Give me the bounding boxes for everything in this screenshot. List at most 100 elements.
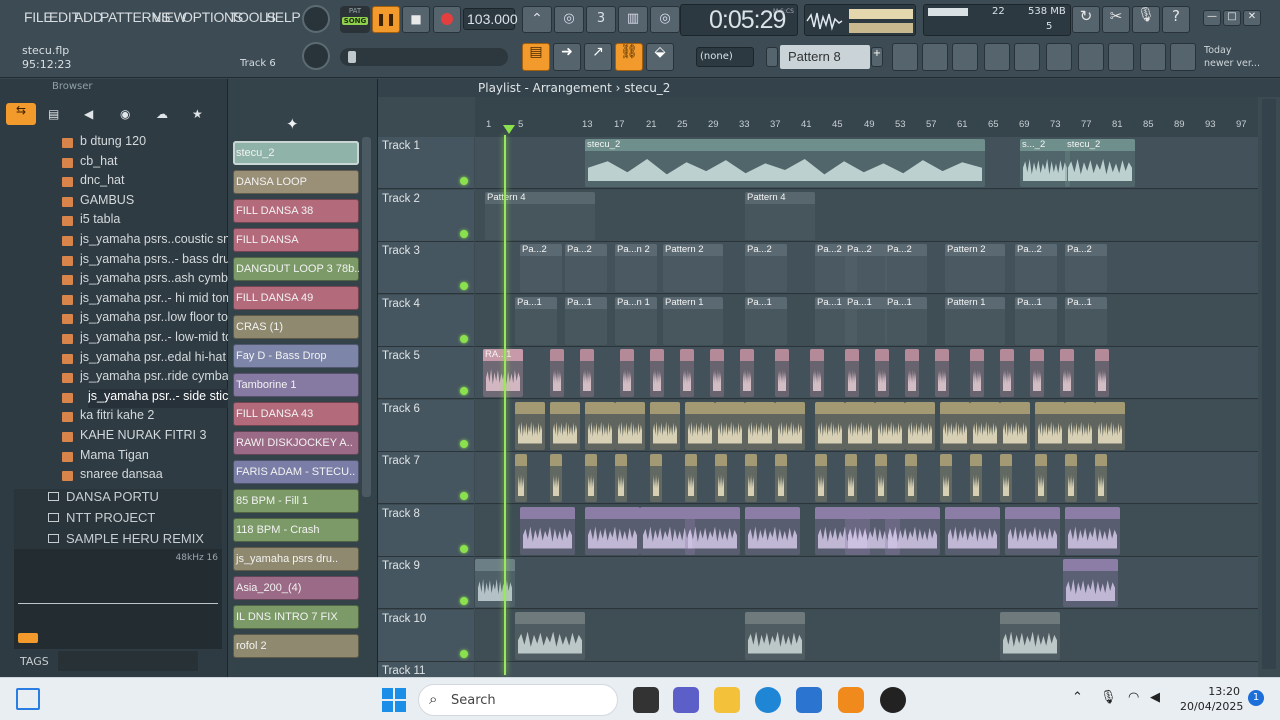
playlist-clip[interactable] [875, 349, 889, 397]
playlist-clip[interactable] [620, 349, 634, 397]
playlist-clip[interactable] [845, 454, 857, 502]
playlist-clip[interactable] [1095, 454, 1107, 502]
minimize-icon[interactable]: — [1203, 10, 1221, 26]
playlist-clip[interactable] [1065, 506, 1120, 555]
playlist-clip[interactable]: Pa...2 [565, 244, 607, 292]
browser-cloud-icon[interactable]: ☁ [156, 107, 168, 121]
playlist-clip[interactable] [580, 349, 594, 397]
playlist-clip[interactable]: Pa...2 [1065, 244, 1107, 292]
view-browser-icon[interactable] [1014, 43, 1040, 71]
view-playlist-icon[interactable] [892, 43, 918, 71]
playlist-clip[interactable]: RA...1 [483, 349, 523, 397]
share-icon[interactable] [1140, 43, 1166, 71]
playlist-clip[interactable] [845, 401, 875, 450]
browser-item[interactable]: snaree dansaa [80, 467, 245, 486]
browser-item[interactable]: js_yamaha psr..- side stick [88, 388, 228, 408]
playlist-clip[interactable] [775, 454, 787, 502]
playlist-clip[interactable] [940, 401, 970, 450]
playlist-clip[interactable] [775, 349, 789, 397]
master-volume-knob[interactable] [302, 5, 330, 33]
playlist-clip[interactable] [650, 454, 662, 502]
playlist-clip[interactable]: Pa...2 [885, 244, 927, 292]
countdown-icon[interactable]: 3 [586, 6, 616, 33]
pause-button[interactable]: ❚❚ [372, 6, 400, 33]
channel-button[interactable]: FILL DANSA [233, 228, 359, 252]
playlist-clip[interactable] [685, 454, 697, 502]
playlist-clip[interactable] [810, 349, 824, 397]
teams-icon[interactable] [673, 687, 699, 713]
playlist-clip[interactable] [680, 349, 694, 397]
playlist-clip[interactable] [935, 349, 949, 397]
channel-button[interactable]: CRAS (1) [233, 315, 359, 339]
channel-button[interactable]: DANSA LOOP [233, 170, 359, 194]
track-enable-led[interactable] [460, 439, 468, 448]
track-lane[interactable] [475, 557, 1258, 609]
browser-item[interactable]: js_yamaha psrs..coustic snare [80, 232, 245, 251]
browser-item[interactable]: KAHE NURAK FITRI 3 [80, 428, 245, 447]
pattern-prev[interactable] [766, 47, 778, 67]
link-icon[interactable]: ⛓ [615, 43, 643, 71]
channel-button[interactable]: DANGDUT LOOP 3 78b.. [233, 257, 359, 281]
clock[interactable]: 13:20 20/04/2025 [1180, 684, 1243, 714]
playlist-clip[interactable] [940, 454, 952, 502]
tempo-display[interactable]: 103.000 [463, 8, 518, 30]
track-enable-led[interactable] [460, 334, 468, 343]
playlist-clip[interactable] [905, 349, 919, 397]
channel-button[interactable]: IL DNS INTRO 7 FIX [233, 605, 359, 629]
playlist-clip[interactable] [1000, 349, 1014, 397]
browser-item[interactable]: Mama Tigan [80, 448, 245, 467]
playlist-clip[interactable]: Pa...n 2 [615, 244, 657, 292]
record-button[interactable] [433, 6, 461, 33]
playlist-view-icon[interactable]: ▤ [522, 43, 550, 71]
playlist-clip[interactable] [1060, 349, 1074, 397]
playlist-clip[interactable] [1000, 454, 1012, 502]
wifi-icon[interactable]: ◠ [1128, 690, 1139, 705]
view-mixer-icon[interactable] [984, 43, 1010, 71]
playlist-clip[interactable]: stecu_2 [1065, 139, 1135, 187]
playlist-clip[interactable] [685, 401, 715, 450]
playlist-clip[interactable]: Pa...2 [520, 244, 562, 292]
pattern-selector[interactable]: Pattern 8 [780, 45, 870, 69]
playlist-clip[interactable] [550, 454, 562, 502]
track-enable-led[interactable] [460, 387, 468, 395]
add-pattern-button[interactable]: + [871, 47, 883, 67]
playlist-clip[interactable] [970, 349, 984, 397]
playlist-clip[interactable] [1030, 349, 1044, 397]
tags-input[interactable] [58, 651, 198, 671]
channel-button[interactable]: FILL DANSA 38 [233, 199, 359, 223]
playlist-clip[interactable]: Pattern 4 [745, 191, 815, 240]
playlist-clip[interactable] [970, 454, 982, 502]
playlist-clip[interactable] [715, 401, 745, 450]
playlist-clip[interactable] [715, 454, 727, 502]
playlist-clip[interactable] [845, 349, 859, 397]
browser-folder[interactable]: DANSA PORTU [66, 489, 159, 504]
browser-star-icon[interactable]: ★ [192, 107, 203, 121]
cut-icon[interactable]: ✂ [1102, 6, 1130, 33]
track-enable-led[interactable] [460, 229, 468, 238]
playlist-clip[interactable] [615, 401, 645, 450]
playlist-clip[interactable]: Pa...1 [515, 296, 557, 345]
volume-icon[interactable]: ◀ [1150, 690, 1160, 705]
playlist-clip[interactable] [885, 506, 940, 555]
playlist-clip[interactable] [515, 401, 545, 450]
playlist-clip[interactable] [710, 349, 724, 397]
fl-studio-icon[interactable] [838, 687, 864, 713]
notification-badge[interactable]: 1 [1248, 690, 1264, 706]
browser-folder[interactable]: NTT PROJECT [66, 510, 155, 525]
playlist-clip[interactable] [875, 454, 887, 502]
playlist-clip[interactable] [515, 454, 527, 502]
channel-button[interactable]: js_yamaha psrs dru.. [233, 547, 359, 571]
channel-button[interactable]: Fay D - Bass Drop [233, 344, 359, 368]
channel-button[interactable]: FILL DANSA 49 [233, 286, 359, 310]
browser-item[interactable]: js_yamaha psrs..ash cymbal 1 [80, 271, 245, 290]
playlist-clip[interactable] [745, 401, 775, 450]
channel-button[interactable]: 85 BPM - Fill 1 [233, 489, 359, 513]
pat-song-toggle[interactable]: PAT SONG [340, 6, 370, 33]
playlist-clip[interactable] [520, 506, 575, 555]
remote-icon[interactable] [1108, 43, 1134, 71]
playlist-clip[interactable] [745, 506, 800, 555]
browser-item[interactable]: js_yamaha psr..ride cymbal 1 [80, 369, 245, 388]
channel-button[interactable]: Tamborine 1 [233, 373, 359, 397]
task-view-icon[interactable] [633, 687, 659, 713]
browser-item[interactable]: js_yamaha psr..low floor tom [80, 310, 245, 329]
